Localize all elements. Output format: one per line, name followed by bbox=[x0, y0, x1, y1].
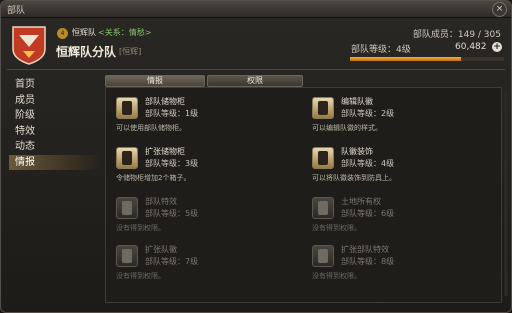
free-company-window: 部队 × 4 恒辉队 <关系：情愁> 恒辉队分队 [恒辉] 部队成员：149 /… bbox=[0, 0, 512, 313]
crest-edit-icon bbox=[312, 97, 334, 119]
rank-progress-bar bbox=[350, 57, 504, 61]
star-expand-icon bbox=[312, 245, 334, 267]
tab-permissions[interactable]: 权限 bbox=[207, 75, 303, 87]
action-name: 扩张部队特效 bbox=[341, 245, 389, 254]
action-desc: 没有得到权限。 bbox=[116, 272, 165, 280]
house-icon bbox=[312, 197, 334, 219]
member-count: 部队成员：149 / 305 bbox=[412, 30, 501, 40]
add-points-button[interactable]: + bbox=[492, 42, 502, 52]
scrollbar[interactable] bbox=[504, 91, 508, 296]
action-desc: 没有得到权限。 bbox=[116, 224, 165, 232]
action-item[interactable]: 部队储物柜 部队等级：1级 可以使用部队储物柜。 bbox=[110, 94, 290, 132]
nav-item-members[interactable]: 成员 bbox=[9, 93, 101, 109]
action-level: 部队等级：8级 bbox=[341, 257, 395, 266]
company-rank-badge: 4 bbox=[57, 28, 68, 39]
nav-item-info[interactable]: 情报 bbox=[9, 154, 101, 170]
action-name: 部队特效 bbox=[145, 197, 177, 206]
chest-icon bbox=[116, 97, 138, 119]
side-nav: 首页 成员 阶级 特效 动态 情报 bbox=[9, 77, 101, 170]
company-name: 恒辉队分队 bbox=[56, 45, 117, 59]
tab-info[interactable]: 情报 bbox=[105, 75, 205, 87]
action-desc: 可以使用部队储物柜。 bbox=[116, 124, 186, 132]
action-level: 部队等级：1级 bbox=[145, 109, 199, 118]
company-short-name: 恒辉队 bbox=[72, 28, 96, 37]
company-tag: [恒辉] bbox=[119, 47, 142, 56]
action-item-locked[interactable]: 扩张队徽 部队等级：7级 没有得到权限。 bbox=[110, 242, 290, 280]
action-level: 部队等级：2级 bbox=[341, 109, 395, 118]
action-name: 队徽装饰 bbox=[341, 147, 373, 156]
action-name: 扩张储物柜 bbox=[145, 147, 185, 156]
nav-item-ranks[interactable]: 阶级 bbox=[9, 108, 101, 124]
action-desc: 令储物柜增加2个箱子。 bbox=[116, 174, 191, 182]
action-item[interactable]: 扩张储物柜 部队等级：3级 令储物柜增加2个箱子。 bbox=[110, 144, 290, 182]
action-item[interactable]: 队徽装饰 部队等级：4级 可以将队徽装饰到防具上。 bbox=[306, 144, 486, 182]
window-title: 部队 bbox=[7, 6, 26, 16]
close-button[interactable]: × bbox=[492, 2, 507, 17]
action-name: 编辑队徽 bbox=[341, 97, 373, 106]
star-icon bbox=[116, 197, 138, 219]
action-item-locked[interactable]: 部队特效 部队等级：5级 没有得到权限。 bbox=[110, 194, 290, 232]
action-item-locked[interactable]: 土地所有权 部队等级：6级 没有得到权限。 bbox=[306, 194, 486, 232]
action-level: 部队等级：3级 bbox=[145, 159, 199, 168]
nav-item-activity[interactable]: 动态 bbox=[9, 139, 101, 155]
action-level: 部队等级：7级 bbox=[145, 257, 199, 266]
action-item[interactable]: 编辑队徽 部队等级：2级 可以编辑队徽的样式。 bbox=[306, 94, 486, 132]
action-name: 部队储物柜 bbox=[145, 97, 185, 106]
content-panel: 部队储物柜 部队等级：1级 可以使用部队储物柜。 编辑队徽 部队等级：2级 可以… bbox=[105, 87, 502, 303]
action-level: 部队等级：5级 bbox=[145, 209, 199, 218]
action-level: 部队等级：4级 bbox=[341, 159, 395, 168]
action-desc: 可以将队徽装饰到防具上。 bbox=[312, 174, 396, 182]
action-desc: 没有得到权限。 bbox=[312, 224, 361, 232]
company-crest-icon bbox=[12, 26, 46, 65]
nav-item-actions[interactable]: 特效 bbox=[9, 124, 101, 140]
action-desc: 可以编辑队徽的样式。 bbox=[312, 124, 382, 132]
action-level: 部队等级：6级 bbox=[341, 209, 395, 218]
company-points: 60,482 bbox=[455, 42, 487, 52]
nav-item-home[interactable]: 首页 bbox=[9, 77, 101, 93]
action-name: 扩张队徽 bbox=[145, 245, 177, 254]
company-relation: <关系：情愁> bbox=[98, 28, 152, 37]
chest-expand-icon bbox=[116, 147, 138, 169]
tab-bar: 情报 权限 bbox=[105, 75, 501, 87]
action-desc: 没有得到权限。 bbox=[312, 272, 361, 280]
action-name: 土地所有权 bbox=[341, 197, 381, 206]
title-bar[interactable]: 部队 × bbox=[1, 1, 511, 18]
armor-icon bbox=[312, 147, 334, 169]
action-item-locked[interactable]: 扩张部队特效 部队等级：8级 没有得到权限。 bbox=[306, 242, 486, 280]
header-divider bbox=[7, 69, 505, 70]
company-rank: 部队等级：4级 bbox=[351, 45, 411, 55]
crest-expand-icon bbox=[116, 245, 138, 267]
